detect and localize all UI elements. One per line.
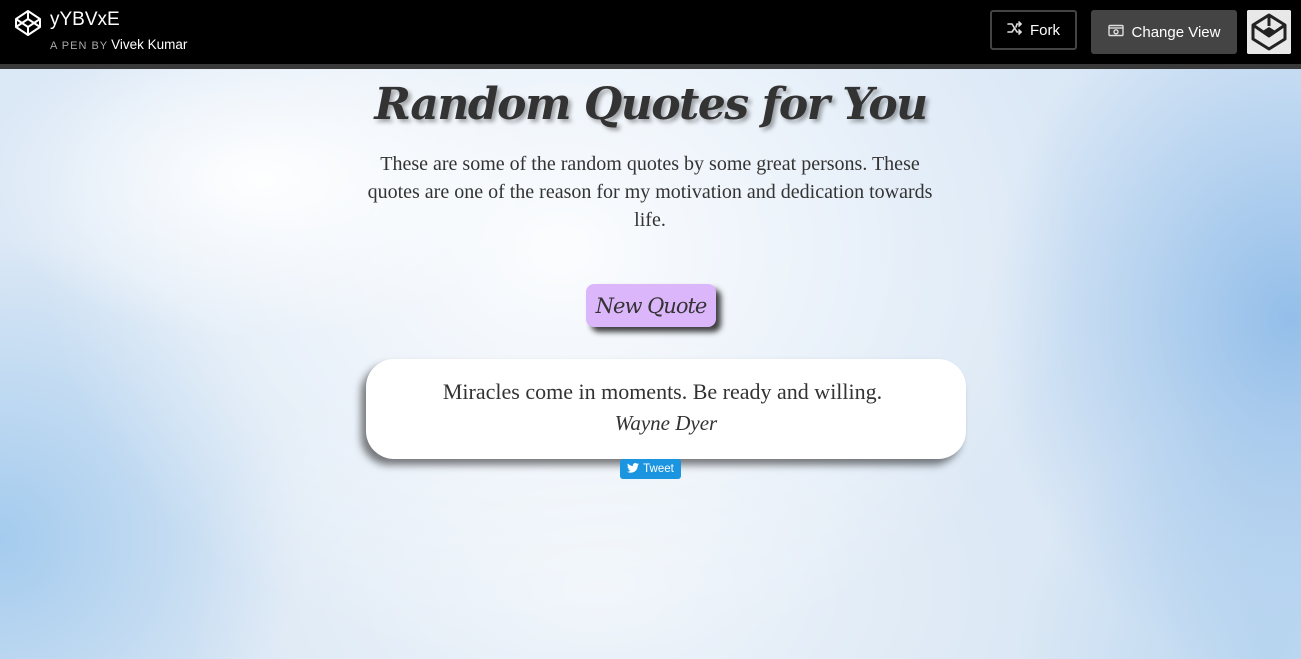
change-view-label: Change View [1131,23,1221,41]
quote-author: Wayne Dyer [614,411,718,435]
tweet-label: Tweet [643,463,674,475]
fork-label: Fork [1030,21,1060,39]
page-title: Random Quotes for You [374,79,928,130]
change-view-button[interactable]: Change View [1091,10,1237,54]
pen-byline: A PEN BY Vivek Kumar [50,37,187,54]
pen-preview: Random Quotes for You These are some of … [0,69,1301,659]
tweet-button[interactable]: Tweet [620,459,681,479]
codepen-avatar-icon[interactable] [1247,10,1291,54]
twitter-bird-icon [627,462,640,476]
quote-text: Miracles come in moments. Be ready and w… [442,379,883,404]
author-link[interactable]: Vivek Kumar [111,37,187,52]
codepen-logo-icon[interactable] [14,9,42,37]
codepen-header: yYBVxE A PEN BY Vivek Kumar Fork Change … [0,0,1301,69]
pen-by-label: A PEN BY [50,40,109,52]
pen-title[interactable]: yYBVxE [50,9,120,31]
change-view-icon [1107,24,1124,41]
fork-button[interactable]: Fork [990,10,1077,50]
fork-icon [1007,21,1023,39]
quote-card: Miracles come in moments. Be ready and w… [366,359,966,459]
intro-text: These are some of the random quotes by s… [367,153,933,231]
new-quote-button[interactable]: New Quote [586,284,716,327]
